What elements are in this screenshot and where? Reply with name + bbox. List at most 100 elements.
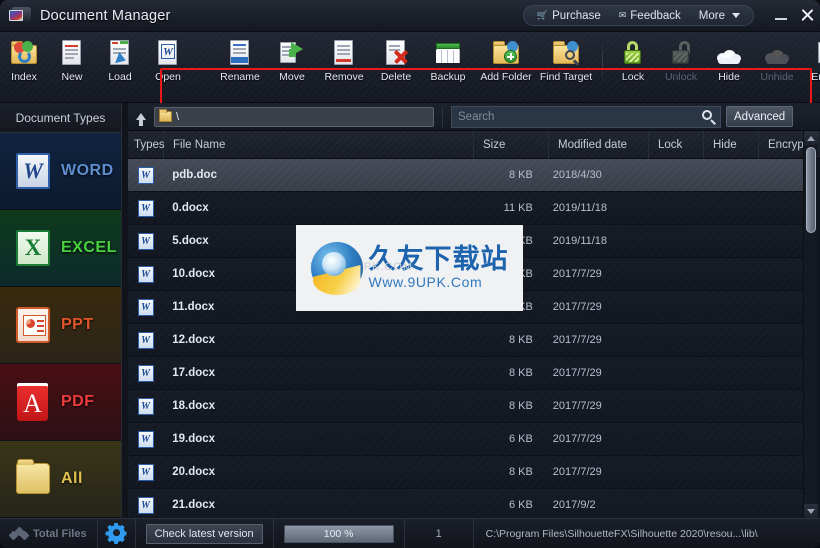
progress-label: 100 % (323, 527, 354, 540)
total-files-label: Total Files (33, 527, 87, 540)
pdf-icon: A (12, 380, 54, 424)
toolbar-button-add-folder[interactable]: Add Folder (476, 32, 536, 96)
scroll-down-button[interactable] (804, 504, 818, 518)
column-header-types[interactable]: Types (128, 130, 165, 159)
cell-lock (639, 225, 693, 258)
cell-type: W (128, 390, 163, 423)
toolbar-label-unhide: Unhide (760, 71, 794, 83)
file-table: Types File Name Size Modified date Lock … (128, 130, 820, 518)
toolbar-label-unlock: Unlock (664, 71, 698, 83)
sidebar-item-word[interactable]: W WORD (0, 133, 121, 210)
toolbar-button-backup[interactable]: Backup (420, 32, 476, 96)
address-bar: \ Advanced (128, 103, 820, 131)
table-row[interactable]: W 20.docx 8 KB 2017/7/29 (128, 456, 806, 489)
toolbar-label-hide: Hide (718, 71, 740, 83)
word-file-icon: W (137, 364, 154, 382)
scroll-up-icon (807, 135, 815, 141)
word-file-icon: W (137, 298, 154, 316)
minimize-button[interactable] (768, 0, 794, 32)
table-row[interactable]: W 0.docx 11 KB 2019/11/18 (128, 192, 806, 225)
table-row[interactable]: W 21.docx 6 KB 2017/9/2 (128, 489, 806, 518)
cell-size: 6 KB (508, 301, 533, 313)
path-input[interactable]: \ (154, 106, 434, 127)
column-header-filename[interactable]: File Name (164, 130, 474, 159)
sidebar-item-excel[interactable]: X EXCEL (0, 210, 121, 287)
toolbar-button-load[interactable]: Load (96, 32, 144, 96)
toolbar-button-find-target[interactable]: Find Target (536, 32, 596, 96)
word-file-icon: W (137, 430, 154, 448)
column-header-modified[interactable]: Modified date (549, 130, 649, 159)
toolbar-button-index[interactable]: Index (0, 32, 48, 96)
cell-type: W (128, 192, 163, 225)
table-row[interactable]: W 18.docx 8 KB 2017/7/29 (128, 390, 806, 423)
table-row[interactable]: W 5.docx 5 KB 2019/11/18 (128, 225, 806, 258)
selection-count: 1 (435, 527, 442, 540)
lock-closed-icon (618, 38, 648, 68)
cell-hide (693, 324, 747, 357)
toolbar-button-encrypt[interactable]: Encrypt (801, 32, 820, 96)
advanced-button[interactable]: Advanced (726, 106, 794, 127)
table-body: W pdb.doc 8 KB 2018/4/30 W 0.docx 11 KB … (128, 159, 806, 518)
cell-size: 6 KB (508, 433, 533, 445)
scroll-up-button[interactable] (804, 131, 818, 145)
toolbar-button-unhide[interactable]: Unhide (753, 32, 801, 96)
cell-lock (639, 192, 693, 225)
cell-hide (693, 357, 747, 390)
cell-modified: 2017/7/29 (552, 466, 602, 478)
toolbar-button-rename[interactable]: Rename (212, 32, 268, 96)
check-latest-version-button[interactable]: Check latest version (145, 523, 263, 544)
toolbar-button-remove[interactable]: Remove (316, 32, 372, 96)
column-header-lock[interactable]: Lock (649, 130, 704, 159)
toolbar-button-hide[interactable]: Hide (705, 32, 753, 96)
cell-modified: 2017/7/29 (552, 400, 602, 412)
toolbar-button-open[interactable]: W Open (144, 32, 192, 96)
column-header-hide[interactable]: Hide (704, 130, 759, 159)
cell-encrypt (747, 423, 806, 456)
cell-encrypt (747, 324, 806, 357)
table-row[interactable]: W 12.docx 8 KB 2017/7/29 (128, 324, 806, 357)
feedback-button[interactable]: ✉ Feedback (610, 6, 690, 25)
cell-lock (639, 423, 693, 456)
vertical-scrollbar[interactable] (803, 131, 818, 518)
cell-filename: 17.docx (172, 367, 216, 379)
cell-type: W (128, 324, 163, 357)
rename-document-icon (225, 38, 255, 68)
cell-type: W (128, 456, 163, 489)
search-icon[interactable] (702, 109, 716, 125)
cell-size: 8 KB (508, 466, 533, 478)
toolbar-button-new[interactable]: New (48, 32, 96, 96)
sidebar-item-all[interactable]: All (0, 441, 121, 518)
search-box[interactable] (451, 105, 721, 128)
document-manager-icon (8, 6, 32, 26)
cell-type: W (128, 357, 163, 390)
scrollbar-thumb[interactable] (806, 147, 816, 233)
close-button[interactable] (794, 0, 820, 32)
more-button[interactable]: More (690, 6, 749, 25)
progress-cell: 100 % (274, 519, 404, 548)
navigate-up-button[interactable] (128, 113, 154, 126)
sidebar-item-ppt[interactable]: PPT (0, 287, 121, 364)
sidebar-label-word: WORD (61, 162, 114, 179)
cell-modified: 2017/7/29 (552, 367, 602, 379)
sidebar-item-pdf[interactable]: A PDF (0, 364, 121, 441)
toolbar-button-delete[interactable]: Delete (372, 32, 420, 96)
table-row[interactable]: W 19.docx 6 KB 2017/7/29 (128, 423, 806, 456)
lock-open-icon (666, 38, 696, 68)
delete-document-icon (381, 38, 411, 68)
toolbar-label-index: Index (11, 71, 37, 83)
document-manager-window: Document Manager 🛒 Purchase ✉ Feedback M… (0, 0, 820, 548)
table-row[interactable]: W 11.docx 6 KB 2017/7/29 (128, 291, 806, 324)
word-file-icon: W (137, 463, 154, 481)
toolbar-button-move[interactable]: Move (268, 32, 316, 96)
toolbar-button-unlock[interactable]: Unlock (657, 32, 705, 96)
toolbar-button-lock[interactable]: Lock (609, 32, 657, 96)
table-row[interactable]: W 17.docx 8 KB 2017/7/29 (128, 357, 806, 390)
settings-button[interactable] (98, 519, 135, 548)
search-input[interactable] (458, 110, 702, 123)
table-row[interactable]: W pdb.doc 8 KB 2018/4/30 (128, 159, 806, 192)
total-files-status[interactable]: Total Files (0, 519, 97, 548)
column-header-size[interactable]: Size (474, 130, 549, 159)
table-row[interactable]: W 10.docx 8 KB 2017/7/29 (128, 258, 806, 291)
load-document-icon (105, 38, 135, 68)
purchase-button[interactable]: 🛒 Purchase (528, 6, 610, 25)
